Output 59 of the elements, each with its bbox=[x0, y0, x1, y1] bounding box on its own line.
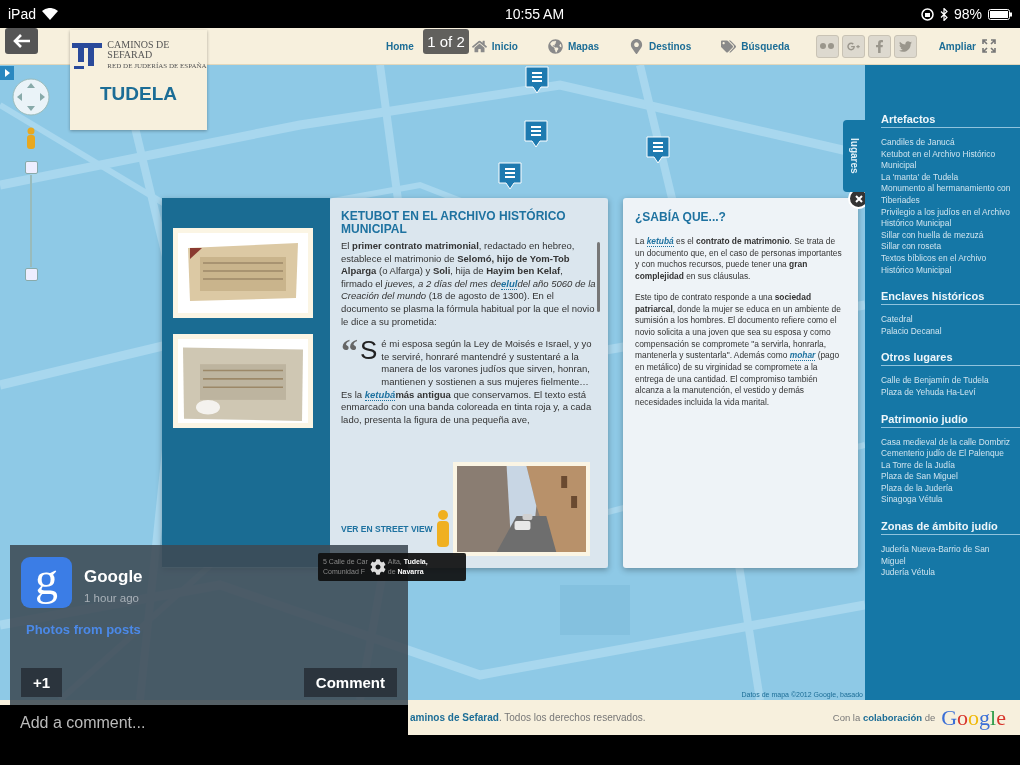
emblem-icon bbox=[70, 40, 105, 70]
place-link[interactable]: Ketubot en el Archivo Histórico Municipal bbox=[881, 148, 1020, 172]
place-link[interactable]: Judería Nueva-Barrio de San Miguel bbox=[881, 544, 1020, 568]
place-link[interactable]: Catedral bbox=[881, 314, 1020, 326]
partner-logo: Google bbox=[941, 704, 1006, 731]
back-button[interactable] bbox=[5, 28, 38, 54]
pin-icon bbox=[629, 38, 645, 54]
place-link[interactable]: Cementerio judío de El Palenque bbox=[881, 448, 1020, 460]
site-link[interactable]: aminos de Sefarad bbox=[410, 712, 499, 723]
expand-icon bbox=[981, 39, 996, 53]
logo-title: CAMINOS DE bbox=[107, 40, 171, 50]
credit-text: Con la colaboración de bbox=[832, 712, 936, 723]
expand-link[interactable]: Ampliar bbox=[938, 39, 996, 53]
section-heading: Patrimonio judío bbox=[881, 412, 1020, 428]
rotation-lock-icon bbox=[920, 7, 934, 21]
place-link[interactable]: Monumento al hermanamiento con Tiberiades bbox=[881, 183, 1020, 207]
section-heading: Artefactos bbox=[881, 113, 1020, 128]
place-link[interactable]: Sillar con roseta bbox=[881, 241, 1020, 253]
place-link[interactable]: Plaza de San Miguel bbox=[881, 471, 1020, 483]
place-link[interactable]: Palacio Decanal bbox=[881, 325, 1020, 338]
place-link[interactable]: Plaza de la Judería bbox=[881, 482, 1020, 495]
dots-icon bbox=[820, 43, 835, 49]
nav-link[interactable]: Home bbox=[386, 40, 414, 52]
place-link[interactable]: Plaza de Yehuda Ha-Leví bbox=[881, 386, 1020, 399]
battery-percent: 98% bbox=[953, 6, 982, 22]
nav-link[interactable]: Búsqueda bbox=[721, 38, 790, 54]
nav-link[interactable]: Inicio bbox=[471, 38, 518, 54]
copyright-text: aminos de Sefarad. Todos los derechos reservados. bbox=[410, 712, 646, 723]
nav-link[interactable]: Destinos bbox=[629, 38, 692, 54]
home-icon bbox=[471, 38, 487, 54]
place-link[interactable]: La 'manta' de Tudela bbox=[881, 171, 1020, 184]
battery-icon bbox=[988, 8, 1012, 20]
place-link[interactable]: Sillar con huella de mezuzá bbox=[881, 229, 1020, 242]
globe-icon bbox=[547, 38, 563, 54]
section-heading: Enclaves históricos bbox=[881, 290, 1020, 306]
device-name: iPad bbox=[8, 6, 37, 22]
bluetooth-icon bbox=[939, 7, 948, 21]
place-link[interactable]: Judería Vétula bbox=[881, 567, 1020, 579]
share-button[interactable] bbox=[841, 34, 865, 58]
logo-title: SEFARAD bbox=[107, 50, 154, 60]
place-link[interactable]: La Torre de la Judía bbox=[881, 459, 1020, 472]
wifi-icon bbox=[42, 8, 59, 20]
place-link[interactable]: Textos bíblicos en el Archivo Histórico Municipal bbox=[881, 252, 1020, 277]
place-link[interactable]: Sinagoga Vétula bbox=[881, 494, 1020, 507]
share-button[interactable] bbox=[815, 34, 839, 58]
page-counter-toast: 1 of 2 bbox=[423, 29, 469, 54]
share-button[interactable] bbox=[867, 34, 891, 58]
share-button[interactable] bbox=[893, 34, 917, 58]
place-link[interactable]: Calle de Benjamín de Tudela bbox=[881, 375, 1020, 387]
place-link[interactable]: Casa medieval de la calle Dombriz bbox=[881, 436, 1020, 449]
clock-time: 10:55 AM bbox=[504, 6, 565, 22]
section-heading: Zonas de ámbito judío bbox=[881, 520, 1020, 536]
bird-icon bbox=[898, 39, 912, 53]
place-link[interactable]: Candiles de Janucá bbox=[881, 137, 1020, 149]
place-link[interactable]: Privilegio a los judíos en el Archivo Histórico Municipal bbox=[881, 206, 1020, 230]
tags-icon bbox=[721, 38, 737, 54]
nav-link[interactable]: Mapas bbox=[547, 38, 600, 54]
section-heading: Otros lugares bbox=[881, 351, 1020, 367]
back-arrow-icon bbox=[12, 34, 31, 48]
